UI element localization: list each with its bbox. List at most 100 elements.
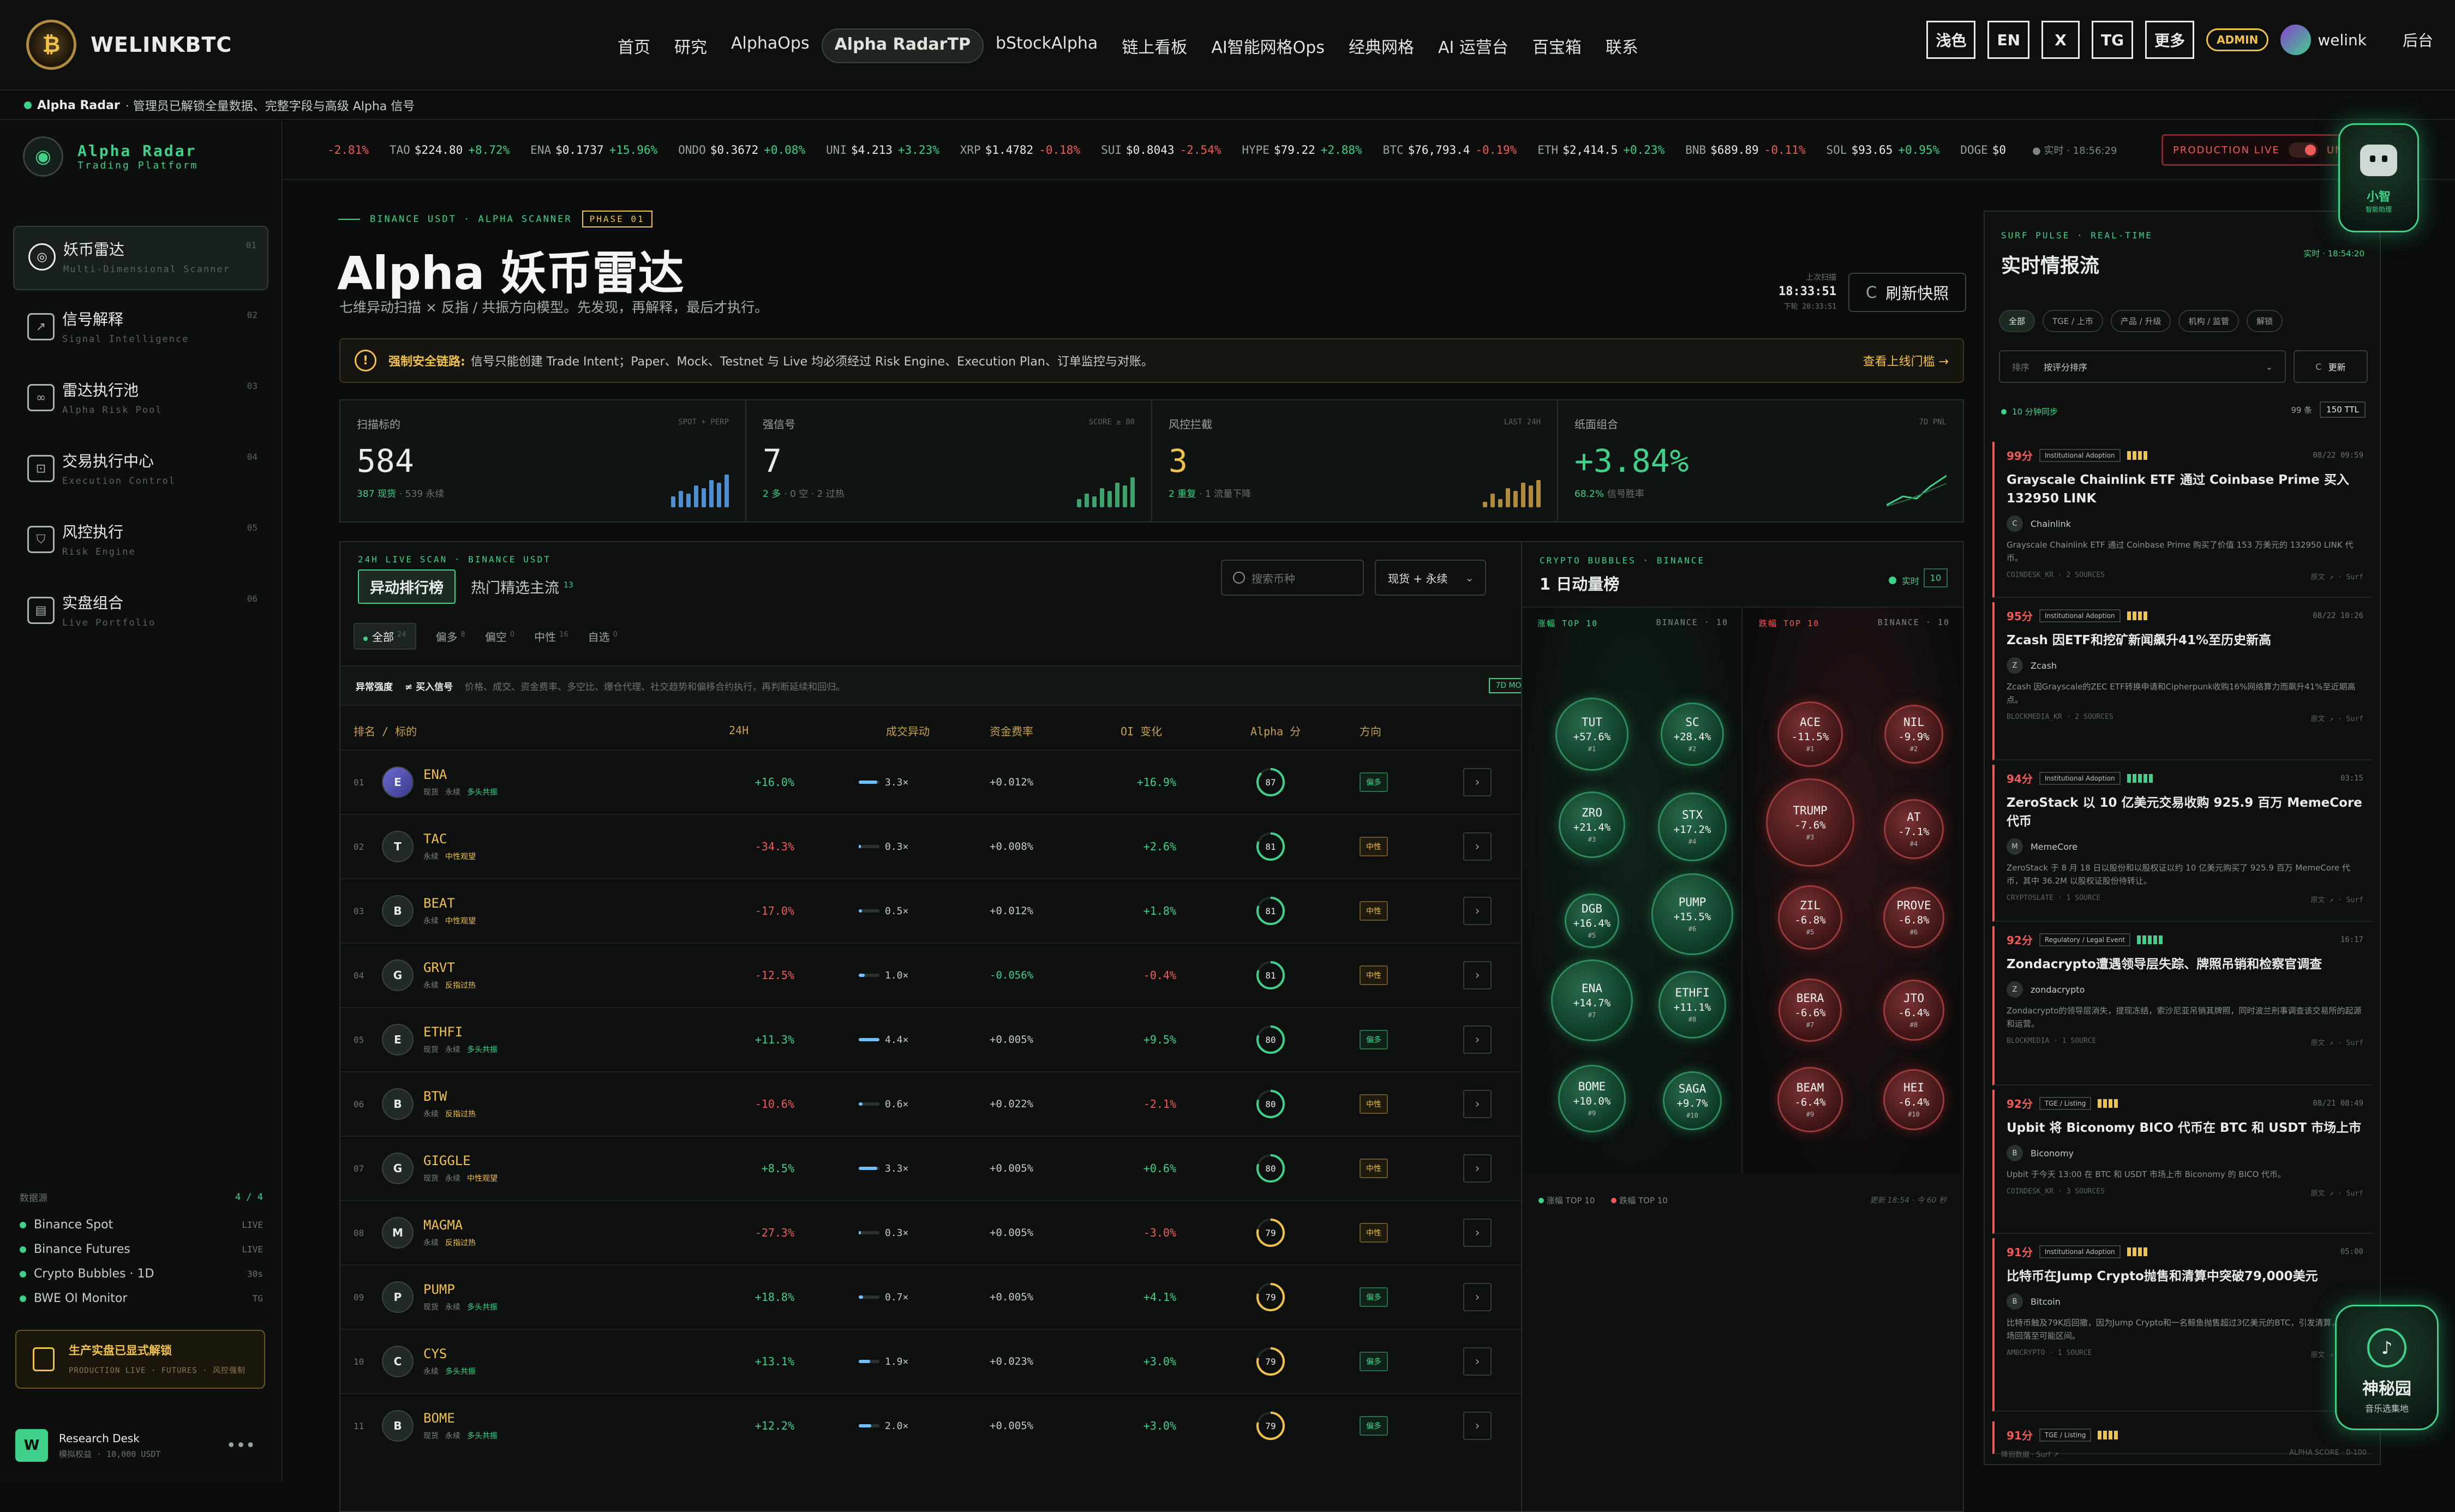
ticker-item[interactable]: UNI $4.213 +3.23% bbox=[826, 143, 939, 157]
news-item[interactable]: 94分 Institutional Adoption 03:15 ZeroStack … bbox=[1992, 765, 2372, 922]
news-item[interactable]: 91分 Institutional Adoption 05:00 比特币在Jump C… bbox=[1992, 1238, 2372, 1412]
admin-badge[interactable]: ADMIN bbox=[2206, 28, 2269, 51]
coin-bubble[interactable]: ACE -11.5% #1 bbox=[1777, 701, 1843, 767]
filter-tab[interactable]: 中性 16 bbox=[534, 628, 568, 644]
nav-link[interactable]: 链上看板 bbox=[1110, 28, 1199, 63]
nav-button[interactable]: X bbox=[2041, 21, 2080, 59]
feed-tab[interactable]: TGE / 上市 bbox=[2043, 310, 2103, 332]
bubbles-count[interactable]: 10 bbox=[1923, 568, 1948, 587]
table-row[interactable]: 01 E ENA 现货 永续 多头共振 +16.0% 3.3× +0.012% +16.9% 87 偏… bbox=[340, 749, 1558, 814]
table-row[interactable]: 05 E ETHFI 现货 永续 多头共振 +11.3% 4.4× +0.005% +9.5% 80… bbox=[340, 1007, 1558, 1071]
nav-link[interactable]: bStockAlpha bbox=[984, 28, 1110, 63]
table-row[interactable]: 03 B BEAT 永续 中性观望 -17.0% 0.5× +0.012% +1.8% 81 中性 › bbox=[340, 878, 1558, 943]
coin-bubble[interactable]: AT -7.1% #4 bbox=[1884, 799, 1944, 859]
search-input[interactable]: 搜索币种 bbox=[1221, 560, 1364, 596]
coin-bubble[interactable]: TRUMP -7.6% #3 bbox=[1766, 778, 1854, 867]
table-row[interactable]: 09 P PUMP 现货 永续 多头共振 +18.8% 0.7× +0.005% +4.1% 79 偏… bbox=[340, 1264, 1558, 1329]
coin-bubble[interactable]: ETHFI +11.1% #8 bbox=[1658, 971, 1726, 1039]
coin-bubble[interactable]: ZIL -6.8% #5 bbox=[1778, 885, 1842, 950]
coin-bubble[interactable]: BERA -6.6% #7 bbox=[1779, 979, 1842, 1042]
nav-link[interactable]: AlphaOps bbox=[719, 28, 822, 63]
user-menu[interactable]: welink bbox=[2280, 25, 2367, 55]
ticker-item[interactable]: ETH $2,414.5 +0.23% bbox=[1537, 143, 1664, 157]
table-row[interactable]: 02 T TAC 永续 中性观望 -34.3% 0.3× +0.008% +2.6% 81 中性 › bbox=[340, 814, 1558, 878]
coin-bubble[interactable]: TUT +57.6% #1 bbox=[1555, 698, 1628, 771]
ticker-item[interactable]: HYPE $79.22 +2.88% bbox=[1242, 143, 1362, 157]
coin-bubble[interactable]: BEAM -6.4% #9 bbox=[1777, 1067, 1843, 1132]
refresh-snapshot-button[interactable]: C 刷新快照 bbox=[1848, 273, 1967, 312]
coin-bubble[interactable]: HEI -6.4% #10 bbox=[1883, 1069, 1944, 1130]
table-row[interactable]: 06 B BTW 永续 反指过热 -10.6% 0.6× +0.022% -2.1% 80 中性 › bbox=[340, 1071, 1558, 1136]
ticker-item[interactable]: ENA $0.1737 +15.96% bbox=[530, 143, 657, 157]
ticker-item[interactable]: BTC $76,793.4 -0.19% bbox=[1383, 143, 1517, 157]
nav-link[interactable]: 首页 bbox=[606, 28, 662, 63]
row-open-button[interactable]: › bbox=[1463, 1025, 1492, 1054]
row-open-button[interactable]: › bbox=[1463, 768, 1492, 796]
feed-tab[interactable]: 机构 / 监管 bbox=[2178, 310, 2240, 332]
assistant-widget[interactable]: 小智 智能助理 bbox=[2338, 123, 2419, 232]
sidebar-item[interactable]: ◎ 妖币雷达 Multi-Dimensional Scanner 01 bbox=[13, 226, 268, 290]
feed-tab[interactable]: 产品 / 升级 bbox=[2110, 310, 2171, 332]
ticker-item[interactable]: ONDO $0.3672 +0.08% bbox=[678, 143, 805, 157]
row-open-button[interactable]: › bbox=[1463, 1090, 1492, 1118]
backend-link[interactable]: 后台 bbox=[2403, 29, 2433, 51]
ticker-item[interactable]: -2.81% bbox=[318, 143, 369, 157]
market-select[interactable]: 现货 + 永续 ⌄ bbox=[1375, 560, 1486, 596]
ticker-item[interactable]: XRP $1.4782 -0.18% bbox=[960, 143, 1080, 157]
row-open-button[interactable]: › bbox=[1463, 1347, 1492, 1376]
ticker-item[interactable]: BNB $689.89 -0.11% bbox=[1685, 143, 1805, 157]
row-open-button[interactable]: › bbox=[1463, 1283, 1492, 1311]
coin-bubble[interactable]: SAGA +9.7% #10 bbox=[1663, 1071, 1722, 1130]
filter-tab[interactable]: 自选 0 bbox=[588, 628, 618, 644]
table-row[interactable]: 07 G GIGGLE 现货 永续 中性观望 +8.5% 3.3× +0.005% +0.6% 80… bbox=[340, 1136, 1558, 1200]
row-open-button[interactable]: › bbox=[1463, 961, 1492, 989]
news-item[interactable]: 92分 TGE / Listing 08/21 08:49 Upbit 将 Bicon… bbox=[1992, 1090, 2372, 1234]
table-row[interactable]: 08 M MAGMA 永续 反指过热 -27.3% 0.3× +0.005% -3.0% 79 中性… bbox=[340, 1200, 1558, 1264]
coin-bubble[interactable]: DGB +16.4% #5 bbox=[1565, 893, 1619, 948]
table-row[interactable]: 11 B BOME 现货 永续 多头共振 +12.2% 2.0× +0.005% +3.0% 79 偏… bbox=[340, 1393, 1558, 1457]
table-row[interactable]: 10 C CYS 永续 多头共振 +13.1% 1.9× +0.023% +3.0% 79 偏多 › bbox=[340, 1329, 1558, 1393]
row-open-button[interactable]: › bbox=[1463, 1219, 1492, 1247]
coin-bubble[interactable]: NIL -9.9% #2 bbox=[1884, 705, 1943, 764]
table-row[interactable]: 04 G GRVT 永续 反指过热 -12.5% 1.0× -0.056% -0.4% 81 中性 › bbox=[340, 943, 1558, 1007]
nav-button[interactable]: 浅色 bbox=[1926, 21, 1976, 59]
ticker-item[interactable]: TAO $224.80 +8.72% bbox=[390, 143, 510, 157]
filter-tab[interactable]: 偏空 0 bbox=[485, 628, 514, 644]
nav-link[interactable]: 百宝箱 bbox=[1520, 28, 1594, 63]
coin-bubble[interactable]: ZRO +21.4% #3 bbox=[1559, 791, 1625, 858]
row-open-button[interactable]: › bbox=[1463, 897, 1492, 925]
news-item[interactable]: 99分 Institutional Adoption 08/22 09:59 Gray… bbox=[1992, 442, 2372, 598]
nav-link[interactable]: Alpha RadarTP bbox=[821, 28, 984, 63]
coin-bubble[interactable]: BOME +10.0% #9 bbox=[1558, 1065, 1626, 1132]
toggle-switch[interactable] bbox=[2288, 142, 2318, 158]
feed-tab[interactable]: 全部 bbox=[1999, 310, 2035, 332]
tab-hot-picks[interactable]: 热门精选主流 13 bbox=[471, 576, 573, 597]
news-item[interactable]: 95分 Institutional Adoption 08/22 10:26 Zcas… bbox=[1992, 602, 2372, 760]
music-garden-widget[interactable]: ♪ 神秘园 音乐选集地 bbox=[2335, 1305, 2439, 1430]
coin-bubble[interactable]: SC +28.4% #2 bbox=[1661, 703, 1724, 766]
row-open-button[interactable]: › bbox=[1463, 1154, 1492, 1183]
nav-link[interactable]: 研究 bbox=[662, 28, 719, 63]
more-icon[interactable]: ••• bbox=[226, 1436, 255, 1455]
feed-update-button[interactable]: C 更新 bbox=[2294, 350, 2368, 383]
production-unlocked-box[interactable]: 生产实盘已显式解锁 PRODUCTION LIVE · FUTURES · 风控… bbox=[15, 1330, 265, 1389]
ticker-item[interactable]: SOL $93.65 +0.95% bbox=[1827, 143, 1940, 157]
filter-tab[interactable]: 偏多 8 bbox=[436, 628, 465, 644]
row-open-button[interactable]: › bbox=[1463, 1412, 1492, 1440]
sidebar-item[interactable]: ⛉ 风控执行 Risk Engine 05 bbox=[13, 509, 268, 574]
tab-anomaly-ranking[interactable]: 异动排行榜 bbox=[358, 569, 456, 604]
nav-button[interactable]: EN bbox=[1987, 21, 2030, 59]
nav-link[interactable]: AI智能网格Ops bbox=[1199, 28, 1337, 63]
nav-link[interactable]: 经典网格 bbox=[1337, 28, 1426, 63]
ticker-item[interactable]: SUI $0.8043 -2.54% bbox=[1101, 143, 1221, 157]
sidebar-item[interactable]: ↗ 信号解释 Signal Intelligence 02 bbox=[13, 297, 268, 361]
sort-select[interactable]: 排序 按评分排序 ⌄ bbox=[1999, 350, 2286, 383]
coin-bubble[interactable]: JTO -6.4% #8 bbox=[1883, 980, 1944, 1041]
research-desk[interactable]: W Research Desk 模拟权益 · 10,000 USDT ••• bbox=[15, 1429, 266, 1462]
ticker-item[interactable]: DOGE $0 bbox=[1960, 143, 2011, 157]
brand-logo[interactable]: ₿ WELINKBTC bbox=[26, 20, 232, 70]
sidebar-item[interactable]: ⊡ 交易执行中心 Execution Control 04 bbox=[13, 439, 268, 503]
filter-tab[interactable]: 全部 24 bbox=[354, 623, 416, 650]
nav-link[interactable]: AI 运营台 bbox=[1426, 28, 1520, 63]
nav-button[interactable]: 更多 bbox=[2145, 21, 2195, 59]
